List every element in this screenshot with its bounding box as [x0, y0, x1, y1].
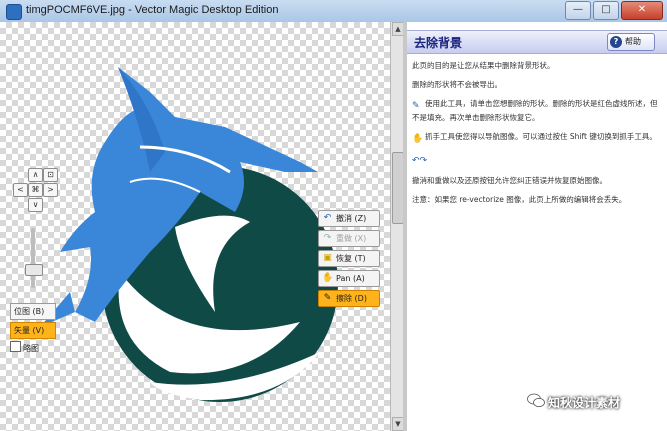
undo-redo-icon: ↶↷: [412, 156, 428, 166]
close-button[interactable]: ✕: [621, 1, 663, 20]
pan-right-icon[interactable]: >: [43, 183, 58, 197]
help-paragraph: ✎ 使用此工具，请单击您想删除的形状。删除的形状是红色虚线所述，但不是填充。再次单…: [412, 98, 658, 123]
help-paragraph-text: 抓手工具使您得以导航图像。可以通过按住 Shift 键切换到抓手工具。: [425, 132, 657, 141]
pan-down-icon[interactable]: ∨: [28, 198, 43, 212]
help-button[interactable]: ? 帮助: [607, 33, 655, 51]
pan-label: Pan (A): [336, 274, 365, 283]
hand-icon: ✋: [322, 273, 334, 283]
page-title: 去除背景: [414, 36, 463, 50]
redo-icon: ↷: [323, 233, 332, 243]
help-paragraph: 注意：如果您 re-vectorize 图像，此页上所做的编辑将会丢失。: [412, 195, 627, 204]
navigation-pad: ∧ ⊡ < ⌘ > ∨: [10, 168, 60, 214]
erase-tool-button[interactable]: ✎ 擦除 (D): [318, 290, 380, 307]
restore-button[interactable]: ▣ 恢复 (T): [318, 250, 380, 267]
help-panel: 去除背景 ? 帮助 此页的目的是让您从结果中删除背景形状。 删除的形状将不会被导…: [407, 22, 667, 431]
wechat-icon: [527, 393, 545, 408]
hand-icon: ✋: [412, 134, 424, 144]
help-header: 去除背景 ? 帮助: [407, 30, 667, 54]
undo-button[interactable]: ↶ 撤消 (Z): [318, 210, 380, 227]
pan-tool-button[interactable]: ✋ Pan (A): [318, 270, 380, 287]
pan-left-icon[interactable]: <: [13, 183, 28, 197]
fit-view-icon[interactable]: ⊡: [43, 168, 58, 182]
help-paragraph: ↶↷: [412, 153, 658, 167]
redo-label: 重做 (X): [336, 234, 367, 243]
help-paragraph: 此页的目的是让您从结果中删除背景形状。: [412, 61, 555, 70]
help-text: 此页的目的是让您从结果中删除背景形状。 删除的形状将不会被导出。 ✎ 使用此工具，…: [412, 60, 658, 213]
bitmap-view-button[interactable]: 位图 (B): [10, 303, 56, 320]
window-title: timgPOCMF6VE.jpg - Vector Magic Desktop …: [26, 4, 279, 16]
help-paragraph: 撤消和重做以及还原按钮允许您纠正错误并恢复原始图像。: [412, 176, 607, 185]
help-paragraph: 删除的形状将不会被导出。: [412, 80, 502, 89]
zoom-slider-handle[interactable]: [25, 264, 43, 276]
checkbox-icon: [10, 341, 21, 352]
pen-icon: ✎: [412, 101, 420, 111]
pen-icon: ✎: [323, 293, 332, 303]
maximize-button[interactable]: □: [593, 1, 619, 20]
question-icon: ?: [610, 36, 622, 48]
restore-label: 恢复 (T): [336, 254, 366, 263]
undo-icon: ↶: [323, 213, 332, 223]
help-paragraph: ✋ 抓手工具使您得以导航图像。可以通过按住 Shift 键切换到抓手工具。: [412, 131, 658, 145]
title-bar: timgPOCMF6VE.jpg - Vector Magic Desktop …: [0, 0, 667, 23]
redo-button[interactable]: ↷ 重做 (X): [318, 230, 380, 247]
restore-icon: ▣: [323, 253, 332, 263]
pan-up-icon[interactable]: ∧: [28, 168, 43, 182]
erase-label: 擦除 (D): [336, 294, 367, 303]
tool-palette: ↶ 撤消 (Z) ↷ 重做 (X) ▣ 恢复 (T) ✋ Pan (A) ✎ 擦除 (D): [318, 210, 380, 310]
help-paragraph-text: 使用此工具，请单击您想删除的形状。删除的形状是红色虚线所述，但不是填充。再次单击…: [412, 99, 658, 122]
overlay-label: 略图: [23, 344, 39, 353]
watermark-text: 知秋设计素材: [548, 396, 621, 410]
help-button-label: 帮助: [625, 37, 641, 46]
undo-label: 撤消 (Z): [336, 214, 367, 223]
canvas-scrollbar[interactable]: ▲ ▼: [390, 22, 404, 431]
view-toggle-panel: 位图 (B) 矢量 (V) 略图: [10, 303, 56, 355]
window-controls: — □ ✕: [565, 1, 663, 20]
zoom-slider-track[interactable]: [31, 228, 35, 288]
vector-view-button[interactable]: 矢量 (V): [10, 322, 56, 339]
minimize-button[interactable]: —: [565, 1, 591, 20]
app-icon: [6, 4, 22, 20]
center-view-icon[interactable]: ⌘: [28, 183, 43, 197]
overlay-checkbox[interactable]: 略图: [10, 341, 56, 355]
